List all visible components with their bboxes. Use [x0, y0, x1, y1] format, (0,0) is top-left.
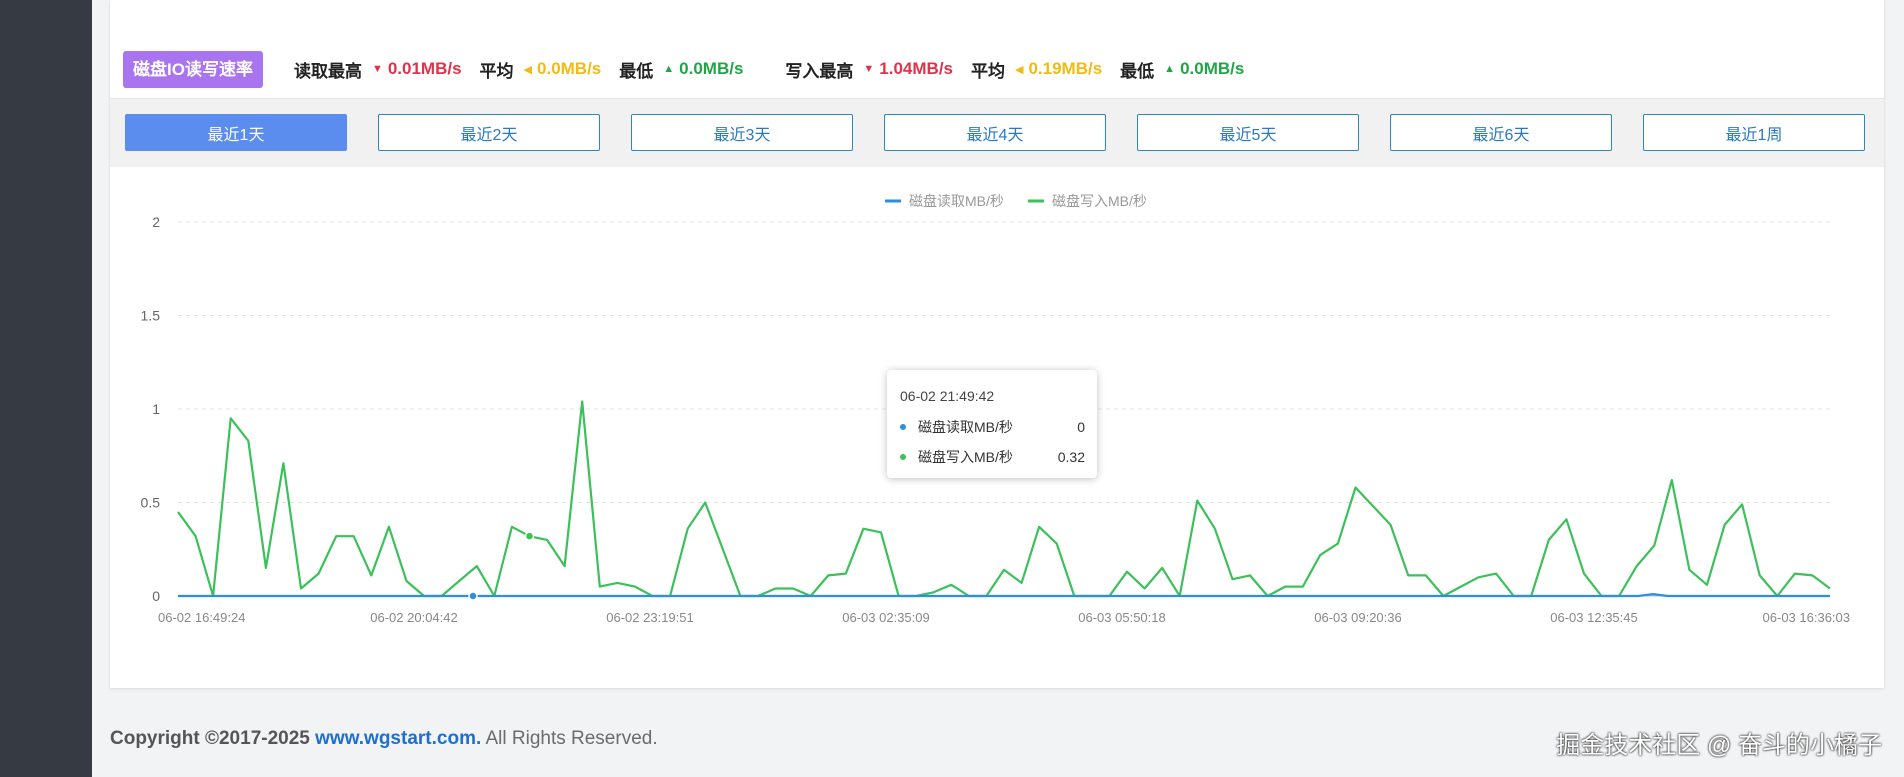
caret-down-icon: ▼	[863, 63, 875, 75]
tooltip-read-value: 0	[1077, 419, 1085, 435]
tab-4-days[interactable]: 最近4天	[884, 114, 1106, 151]
disk-io-stats: 磁盘IO读写速率 读取最高 ▼ 0.01MB/s 平均 ◀ 0.0MB/s 最低…	[123, 50, 1262, 88]
caret-left-icon: ◀	[1015, 63, 1024, 76]
tab-3-days[interactable]: 最近3天	[631, 114, 853, 151]
read-min-stat: 最低 ▲ 0.0MB/s	[619, 57, 743, 82]
time-range-tabs: 最近1天 最近2天 最近3天 最近4天 最近5天 最近6天 最近1周	[110, 98, 1884, 167]
write-hover-point	[524, 531, 535, 541]
caret-up-icon: ▲	[663, 63, 675, 75]
y-tick-label: 0.5	[141, 495, 161, 511]
tooltip-row-read: 磁盘读取MB/秒 0	[900, 417, 1085, 437]
write-avg-stat: 平均 ◀ 0.19MB/s	[971, 57, 1102, 82]
read-avg-label: 平均	[479, 61, 514, 81]
read-min-label: 最低	[619, 61, 654, 81]
tooltip-write-value: 0.32	[1057, 449, 1085, 465]
caret-up-icon: ▲	[1164, 63, 1176, 75]
read-max-value: 0.01MB/s	[387, 59, 462, 78]
legend-read-label[interactable]: 磁盘读取MB/秒	[909, 193, 1004, 209]
write-max-label: 写入最高	[785, 61, 854, 81]
tooltip-row-write: 磁盘写入MB/秒 0.32	[900, 447, 1085, 467]
sidebar	[0, 0, 92, 777]
write-max-stat: 写入最高 ▼ 1.04MB/s	[785, 57, 953, 82]
chart-tooltip: 06-02 21:49:42 磁盘读取MB/秒 0 磁盘写入MB/秒 0.32	[887, 370, 1097, 478]
tab-5-days[interactable]: 最近5天	[1137, 114, 1359, 151]
tooltip-write-name: 磁盘写入MB/秒	[918, 449, 1013, 465]
x-tick-label: 06-03 02:35:09	[842, 610, 929, 625]
footer-rights: All Rights Reserved.	[485, 728, 658, 749]
y-tick-label: 1	[152, 401, 160, 417]
caret-down-icon: ▼	[371, 63, 383, 75]
x-tick-label: 06-03 09:20:36	[1314, 610, 1401, 625]
caret-left-icon: ◀	[523, 63, 533, 76]
footer-copyright: Copyright ©2017-2025	[110, 728, 310, 749]
tooltip-time: 06-02 21:49:42	[900, 388, 995, 404]
legend-write-label[interactable]: 磁盘写入MB/秒	[1052, 193, 1147, 209]
tab-1-day[interactable]: 最近1天	[125, 114, 347, 151]
y-tick-label: 0	[152, 588, 160, 604]
read-avg-value: 0.0MB/s	[537, 59, 602, 78]
write-min-stat: 最低 ▲ 0.0MB/s	[1120, 57, 1244, 82]
read-max-label: 读取最高	[293, 61, 362, 81]
disk-io-badge: 磁盘IO读写速率	[123, 50, 263, 88]
y-tick-label: 2	[152, 214, 160, 230]
page-footer: Copyright ©2017-2025 www.wgstart.com. Al…	[110, 728, 658, 750]
tab-2-days[interactable]: 最近2天	[378, 114, 600, 151]
write-max-value: 1.04MB/s	[879, 59, 953, 78]
x-tick-label: 06-03 16:36:03	[1763, 610, 1850, 625]
footer-site-link[interactable]: www.wgstart.com.	[315, 728, 481, 749]
read-max-stat: 读取最高 ▼ 0.01MB/s	[294, 57, 462, 82]
write-series-dot-icon	[900, 454, 906, 460]
x-tick-label: 06-03 12:35:45	[1550, 610, 1637, 625]
tooltip-read-name: 磁盘读取MB/秒	[918, 419, 1013, 435]
write-min-label: 最低	[1120, 61, 1155, 81]
x-tick-label: 06-02 23:19:51	[606, 610, 693, 625]
x-tick-label: 06-02 20:04:42	[370, 610, 457, 625]
read-min-value: 0.0MB/s	[679, 59, 744, 78]
write-avg-value: 0.19MB/s	[1028, 59, 1103, 78]
x-tick-label: 06-03 05:50:18	[1078, 610, 1165, 625]
read-hover-point	[468, 591, 478, 601]
tab-6-days[interactable]: 最近6天	[1390, 114, 1612, 151]
write-min-value: 0.0MB/s	[1180, 59, 1245, 78]
watermark: 掘金技术社区 @ 奋斗的小橘子	[1556, 732, 1882, 759]
read-avg-stat: 平均 ◀ 0.0MB/s	[480, 57, 602, 82]
read-series-line	[178, 593, 1830, 598]
x-tick-label: 06-02 16:49:24	[158, 610, 245, 625]
y-tick-label: 1.5	[141, 308, 161, 324]
tab-1-week[interactable]: 最近1周	[1643, 114, 1865, 151]
read-series-dot-icon	[900, 424, 906, 430]
write-avg-label: 平均	[971, 61, 1005, 81]
